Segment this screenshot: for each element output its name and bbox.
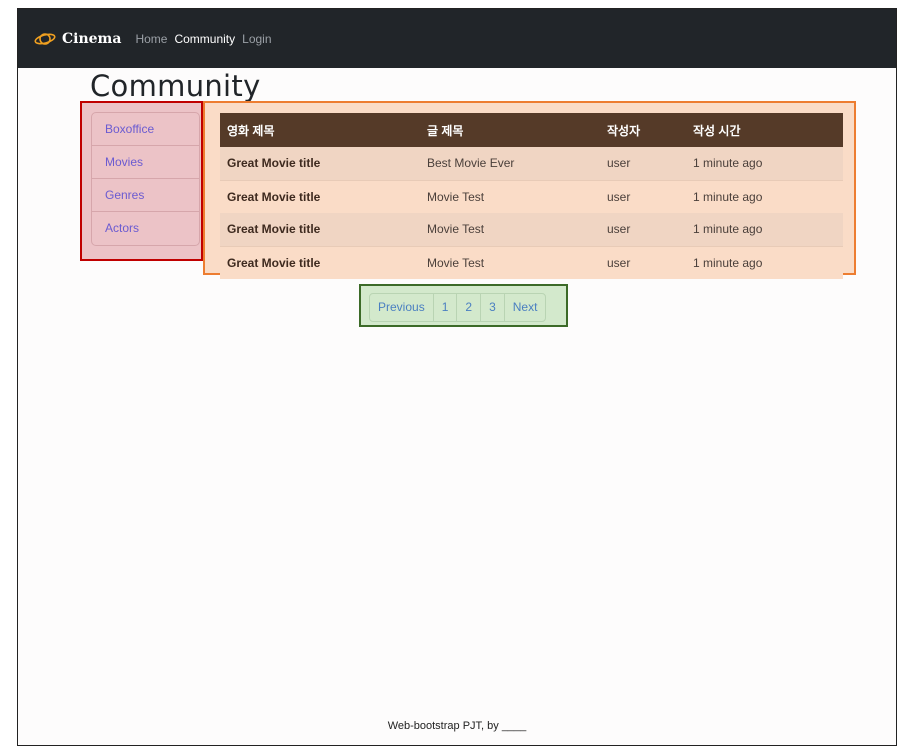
cell-movie-title: Great Movie title <box>220 213 420 246</box>
community-table: 영화 제목 글 제목 작성자 작성 시간 Great Movie title B… <box>220 113 843 279</box>
pagination-page-2[interactable]: 2 <box>457 294 482 321</box>
nav-link-community[interactable]: Community <box>174 32 235 46</box>
sidebar-list: Boxoffice Movies Genres Actors <box>91 112 200 246</box>
pagination-page-3[interactable]: 3 <box>481 294 505 321</box>
cell-post-title: Movie Test <box>420 213 600 246</box>
cell-author: user <box>600 147 686 180</box>
nav-link-home[interactable]: Home <box>135 32 167 46</box>
cell-author: user <box>600 245 686 279</box>
column-header-author: 작성자 <box>600 113 686 147</box>
table-row[interactable]: Great Movie title Best Movie Ever user 1… <box>220 147 843 180</box>
sidebar-item-boxoffice[interactable]: Boxoffice <box>92 113 199 146</box>
cell-post-title: Movie Test <box>420 245 600 279</box>
table-header-row: 영화 제목 글 제목 작성자 작성 시간 <box>220 113 843 147</box>
pagination-highlight: Previous 1 2 3 Next <box>359 284 568 327</box>
cell-time: 1 minute ago <box>686 179 843 213</box>
table-row[interactable]: Great Movie title Movie Test user 1 minu… <box>220 245 843 279</box>
column-header-movie-title: 영화 제목 <box>220 113 420 147</box>
cell-time: 1 minute ago <box>686 213 843 246</box>
cell-time: 1 minute ago <box>686 147 843 180</box>
pagination-page-1[interactable]: 1 <box>434 294 458 321</box>
sidebar-highlight: Boxoffice Movies Genres Actors <box>80 101 203 261</box>
pagination: Previous 1 2 3 Next <box>369 293 547 322</box>
cell-movie-title: Great Movie title <box>220 179 420 213</box>
cell-post-title: Best Movie Ever <box>420 147 600 180</box>
sidebar-item-genres[interactable]: Genres <box>92 179 199 212</box>
navbar: Cinema Home Community Login <box>18 9 896 68</box>
nav-link-login[interactable]: Login <box>242 32 271 46</box>
table-row[interactable]: Great Movie title Movie Test user 1 minu… <box>220 213 843 246</box>
sidebar-item-movies[interactable]: Movies <box>92 146 199 179</box>
table-row[interactable]: Great Movie title Movie Test user 1 minu… <box>220 179 843 213</box>
column-header-post-title: 글 제목 <box>420 113 600 147</box>
table-highlight: 영화 제목 글 제목 작성자 작성 시간 Great Movie title B… <box>203 101 856 279</box>
cell-time: 1 minute ago <box>686 245 843 279</box>
cell-movie-title: Great Movie title <box>220 147 420 180</box>
column-header-created-time: 작성 시간 <box>686 113 843 147</box>
page-title: Community <box>90 69 261 103</box>
cell-movie-title: Great Movie title <box>220 245 420 279</box>
planet-logo-icon <box>34 32 56 45</box>
browser-viewport: Cinema Home Community Login Community Bo… <box>17 8 897 746</box>
cell-post-title: Movie Test <box>420 179 600 213</box>
brand-link[interactable]: Cinema <box>34 30 121 48</box>
sidebar-item-actors[interactable]: Actors <box>92 212 199 245</box>
cell-author: user <box>600 179 686 213</box>
pagination-next-button[interactable]: Next <box>505 294 546 321</box>
brand-name: Cinema <box>62 30 122 47</box>
pagination-previous-button[interactable]: Previous <box>370 294 434 321</box>
cell-author: user <box>600 213 686 246</box>
footer-text: Web-bootstrap PJT, by ____ <box>387 720 527 732</box>
